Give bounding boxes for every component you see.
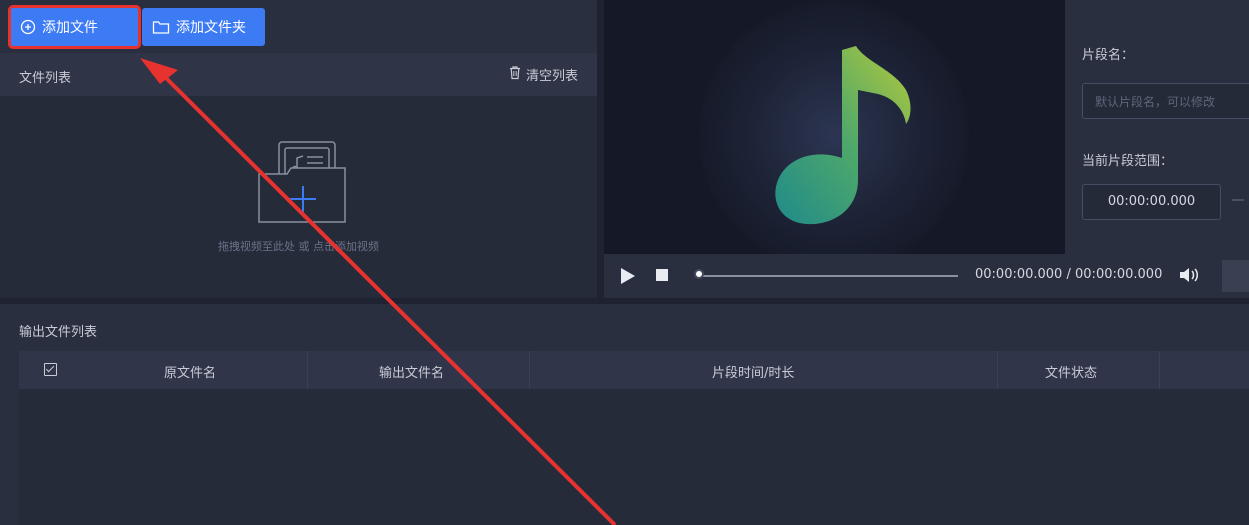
output-panel: 输出文件列表 原文件名 输出文件名 片段时间/时长 文件状态 <box>0 304 1249 525</box>
side-action-button[interactable] <box>1222 260 1249 292</box>
file-list-header: 文件列表 清空列表 <box>0 53 597 96</box>
clear-list-button[interactable]: 清空列表 <box>508 65 578 84</box>
file-list-title: 文件列表 <box>19 71 72 86</box>
music-note-icon <box>775 46 911 225</box>
segment-name-label: 片段名： <box>1082 48 1135 63</box>
output-list-title: 输出文件列表 <box>19 325 98 340</box>
play-icon[interactable] <box>620 267 636 289</box>
column-divider <box>529 351 530 389</box>
column-divider <box>997 351 998 389</box>
output-table: 原文件名 输出文件名 片段时间/时长 文件状态 <box>19 351 1249 525</box>
total-time: 00:00:00.000 <box>1075 267 1163 282</box>
column-file-status: 文件状态 <box>1045 366 1098 381</box>
volume-icon[interactable] <box>1178 266 1200 288</box>
preview-panel: 片段名： 默认片段名，可以修改 当前片段范围： 00:00:00.000 — 0… <box>604 0 1249 298</box>
plus-circle-icon <box>20 19 36 35</box>
column-divider <box>1159 351 1160 389</box>
range-start-input[interactable]: 00:00:00.000 <box>1082 184 1221 220</box>
clear-list-label: 清空列表 <box>525 69 578 84</box>
range-dash: — <box>1231 192 1245 208</box>
segment-form: 片段名： 默认片段名，可以修改 当前片段范围： 00:00:00.000 — <box>1065 0 1249 254</box>
trash-icon <box>508 65 522 84</box>
select-all-checkbox[interactable] <box>44 363 57 376</box>
time-readout: 00:00:00.000 / 00:00:00.000 <box>975 267 1162 282</box>
file-panel: 添加文件 添加文件夹 文件列表 清空列表 拖拽视频至此处 或 点击添加视频 <box>0 0 597 298</box>
current-time: 00:00:00.000 <box>975 267 1063 282</box>
add-file-button[interactable]: 添加文件 <box>8 5 141 49</box>
column-source-name: 原文件名 <box>164 366 217 381</box>
add-file-label: 添加文件 <box>42 20 98 36</box>
progress-track[interactable] <box>700 275 958 277</box>
progress-handle[interactable] <box>694 269 704 279</box>
time-separator: / <box>1066 267 1071 282</box>
player-controls: 00:00:00.000 / 00:00:00.000 <box>604 254 1249 298</box>
toolbar: 添加文件 添加文件夹 <box>0 0 597 53</box>
folder-icon <box>152 19 170 35</box>
drop-hint: 拖拽视频至此处 或 点击添加视频 <box>218 240 379 253</box>
video-preview[interactable] <box>604 0 1065 254</box>
stop-icon[interactable] <box>656 269 668 281</box>
output-table-header: 原文件名 输出文件名 片段时间/时长 文件状态 <box>19 351 1249 389</box>
segment-name-input[interactable]: 默认片段名，可以修改 <box>1082 83 1249 119</box>
add-files-folder-icon[interactable] <box>257 140 349 230</box>
add-folder-label: 添加文件夹 <box>176 20 246 36</box>
column-divider <box>307 351 308 389</box>
column-segment-time: 片段时间/时长 <box>712 366 795 381</box>
column-output-name: 输出文件名 <box>379 366 445 381</box>
current-range-label: 当前片段范围： <box>1082 154 1174 169</box>
add-folder-button[interactable]: 添加文件夹 <box>142 8 265 46</box>
